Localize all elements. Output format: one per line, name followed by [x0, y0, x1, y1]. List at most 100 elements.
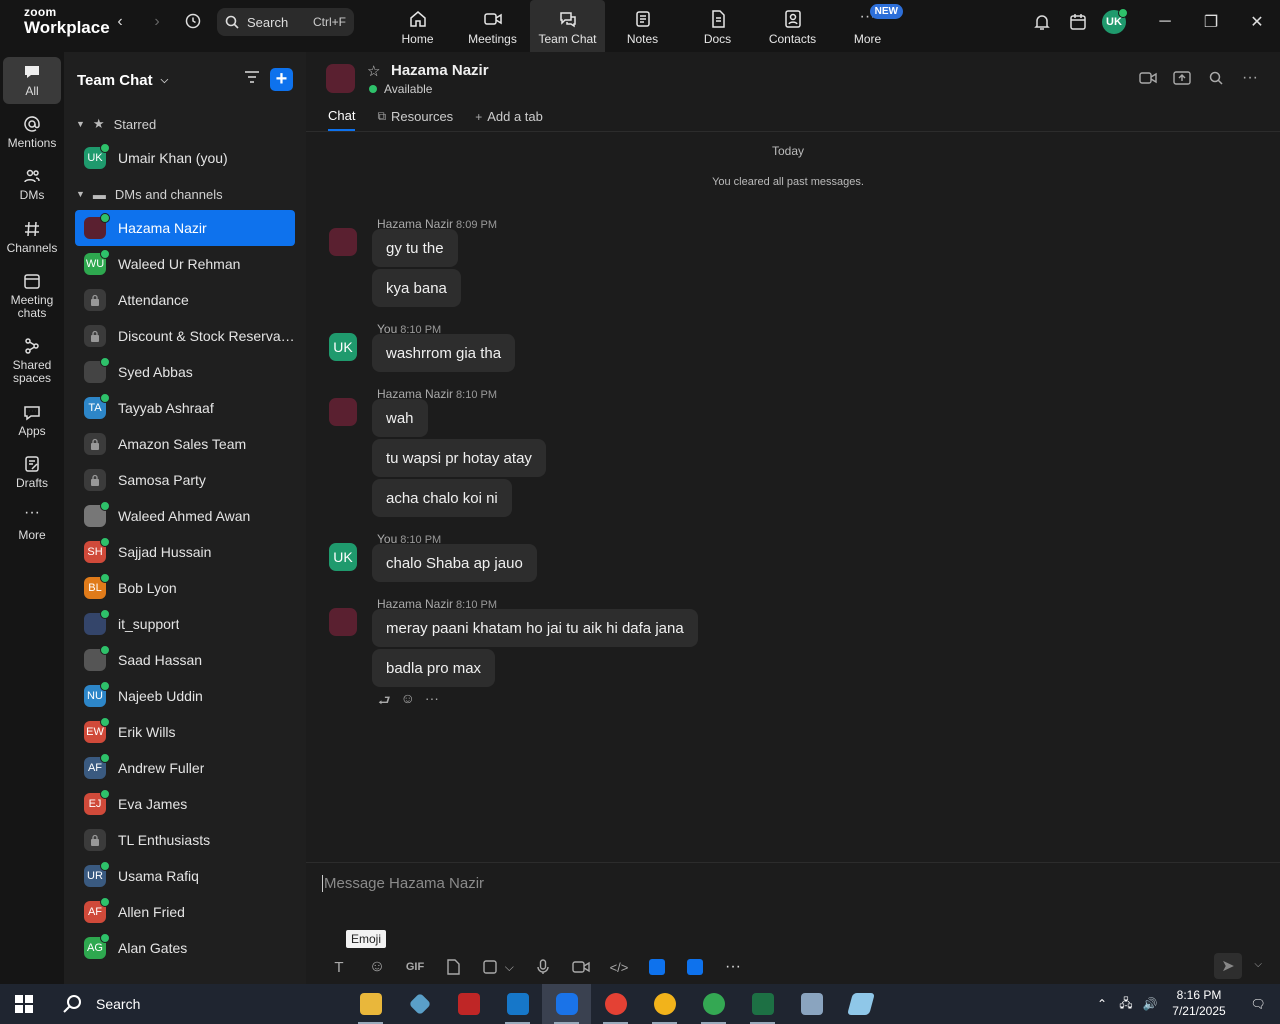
- nav-notes[interactable]: Notes: [605, 0, 680, 52]
- tab-chat[interactable]: Chat: [328, 108, 356, 131]
- network-icon[interactable]: 🖧: [1114, 994, 1138, 1015]
- notification-icon[interactable]: 🗨: [1236, 997, 1280, 1011]
- avatar[interactable]: UK: [329, 333, 357, 361]
- sidebar-item[interactable]: TA Tayyab Ashraaf: [75, 390, 295, 426]
- sidebar-header[interactable]: Team Chat ⌵ +: [64, 52, 306, 108]
- taskbar-search[interactable]: Search: [48, 984, 338, 1024]
- star-outline-icon[interactable]: ☆: [367, 62, 380, 80]
- forward-arrow-icon[interactable]: ›: [147, 12, 167, 32]
- sidebar-item[interactable]: Hazama Nazir: [75, 210, 295, 246]
- message-bubble[interactable]: wah: [372, 399, 428, 437]
- send-button[interactable]: ➤: [1214, 953, 1242, 979]
- sidebar-item[interactable]: UR Usama Rafiq: [75, 858, 295, 894]
- more-options-icon[interactable]: ···: [714, 958, 752, 976]
- sidebar-item[interactable]: NU Najeeb Uddin: [75, 678, 295, 714]
- format-text-icon[interactable]: T: [320, 959, 358, 976]
- sidebar-item[interactable]: Discount & Stock Reservati...: [75, 318, 295, 354]
- file-explorer-icon[interactable]: [346, 984, 395, 1024]
- rail-meeting-chats[interactable]: Meeting chats: [3, 266, 61, 326]
- chevron-up-icon[interactable]: ⌃: [1090, 997, 1114, 1011]
- nav-docs[interactable]: Docs: [680, 0, 755, 52]
- calculator-icon[interactable]: [787, 984, 836, 1024]
- more-options-icon[interactable]: ···: [1240, 68, 1260, 88]
- tab-add[interactable]: + Add a tab: [475, 108, 543, 131]
- file-icon[interactable]: [434, 959, 472, 975]
- restore-icon[interactable]: ❐: [1188, 0, 1234, 44]
- minimize-icon[interactable]: ─: [1142, 0, 1188, 44]
- code-snippet-icon[interactable]: </>: [600, 960, 638, 975]
- message-bubble[interactable]: meray paani khatam ho jai tu aik hi dafa…: [372, 609, 698, 647]
- message-bubble[interactable]: badla pro max: [372, 649, 496, 687]
- section-dms-and-channels[interactable]: ▼ ▬ DMs and channels: [64, 178, 306, 210]
- message-bubble[interactable]: acha chalo koi ni: [372, 479, 512, 517]
- back-arrow-icon[interactable]: ‹: [110, 12, 130, 32]
- video-message-icon[interactable]: [562, 960, 600, 974]
- chat-title[interactable]: Hazama Nazir: [391, 62, 489, 79]
- sidebar-item[interactable]: Saad Hassan: [75, 642, 295, 678]
- profile-avatar[interactable]: UK: [1096, 4, 1132, 40]
- sidebar-item[interactable]: EW Erik Wills: [75, 714, 295, 750]
- message-bubble[interactable]: kya bana: [372, 269, 461, 307]
- send-options-chevron-icon[interactable]: ⌵: [1254, 959, 1262, 970]
- sidebar-item[interactable]: AG Alan Gates: [75, 930, 295, 966]
- sidebar-item[interactable]: Syed Abbas: [75, 354, 295, 390]
- avatar[interactable]: [329, 228, 357, 256]
- sidebar-item[interactable]: AF Andrew Fuller: [75, 750, 295, 786]
- avatar[interactable]: [329, 398, 357, 426]
- excel-icon[interactable]: [738, 984, 787, 1024]
- section-starred[interactable]: ▼ ★ Starred: [64, 108, 306, 140]
- bell-icon[interactable]: [1024, 4, 1060, 40]
- chrome-icon[interactable]: [591, 984, 640, 1024]
- app-shortcut-icon[interactable]: [638, 959, 676, 975]
- rail-channels[interactable]: Channels: [3, 214, 61, 261]
- new-chat-button[interactable]: +: [270, 68, 293, 91]
- reply-icon[interactable]: ⮐: [378, 690, 391, 714]
- sidebar-item[interactable]: EJ Eva James: [75, 786, 295, 822]
- rail-more[interactable]: ··· More: [3, 501, 61, 548]
- zoom-icon[interactable]: [542, 984, 591, 1024]
- rail-mentions[interactable]: Mentions: [3, 109, 61, 156]
- filter-icon[interactable]: [244, 70, 260, 88]
- sidebar-item[interactable]: WU Waleed Ur Rehman: [75, 246, 295, 282]
- clock[interactable]: 8:16 PM 7/21/2025: [1162, 988, 1236, 1019]
- nav-home[interactable]: Home: [380, 0, 455, 52]
- sidebar-item[interactable]: Waleed Ahmed Awan: [75, 498, 295, 534]
- tab-resources[interactable]: ⧉ Resources: [377, 108, 453, 131]
- avatar[interactable]: UK: [329, 543, 357, 571]
- nav-more[interactable]: ··· More NEW: [830, 0, 905, 52]
- rail-drafts[interactable]: Drafts: [3, 449, 61, 496]
- rail-all[interactable]: All: [3, 57, 61, 105]
- avatar[interactable]: [329, 608, 357, 636]
- rail-shared-spaces[interactable]: Shared spaces: [3, 331, 61, 391]
- chrome-icon[interactable]: [640, 984, 689, 1024]
- sidebar-item[interactable]: AF Allen Fried: [75, 894, 295, 930]
- share-screen-icon[interactable]: [1172, 68, 1192, 88]
- sidebar-item[interactable]: BL Bob Lyon: [75, 570, 295, 606]
- rail-dms[interactable]: DMs: [3, 161, 61, 208]
- sidebar-item[interactable]: Amazon Sales Team: [75, 426, 295, 462]
- sidebar-item[interactable]: it_support: [75, 606, 295, 642]
- message-bubble[interactable]: chalo Shaba ap jauo: [372, 544, 537, 582]
- message-bubble[interactable]: washrrom gia tha: [372, 334, 516, 372]
- app-shortcut-2-icon[interactable]: [676, 959, 714, 975]
- nav-meetings[interactable]: Meetings: [455, 0, 530, 52]
- windows-start-icon[interactable]: [0, 984, 48, 1024]
- chrome-icon[interactable]: [689, 984, 738, 1024]
- gif-button[interactable]: GIF: [396, 961, 434, 973]
- filezilla-icon[interactable]: [444, 984, 493, 1024]
- add-reaction-icon[interactable]: ☺: [401, 690, 415, 714]
- history-icon[interactable]: [183, 12, 203, 32]
- sidebar-item[interactable]: Attendance: [75, 282, 295, 318]
- rail-apps[interactable]: Apps: [3, 397, 61, 444]
- emoji-icon[interactable]: ☺: [358, 958, 396, 976]
- app-icon[interactable]: [395, 984, 444, 1024]
- close-icon[interactable]: ✕: [1234, 0, 1280, 44]
- video-call-icon[interactable]: [1138, 68, 1158, 88]
- calendar-icon[interactable]: [1060, 4, 1096, 40]
- sidebar-item[interactable]: TL Enthusiasts: [75, 822, 295, 858]
- search-input[interactable]: Search Ctrl+F: [217, 8, 354, 36]
- search-icon[interactable]: [1206, 68, 1226, 88]
- volume-icon[interactable]: 🔊: [1138, 997, 1162, 1011]
- microphone-icon[interactable]: [524, 959, 562, 975]
- message-input[interactable]: Message Hazama Nazir: [322, 875, 484, 892]
